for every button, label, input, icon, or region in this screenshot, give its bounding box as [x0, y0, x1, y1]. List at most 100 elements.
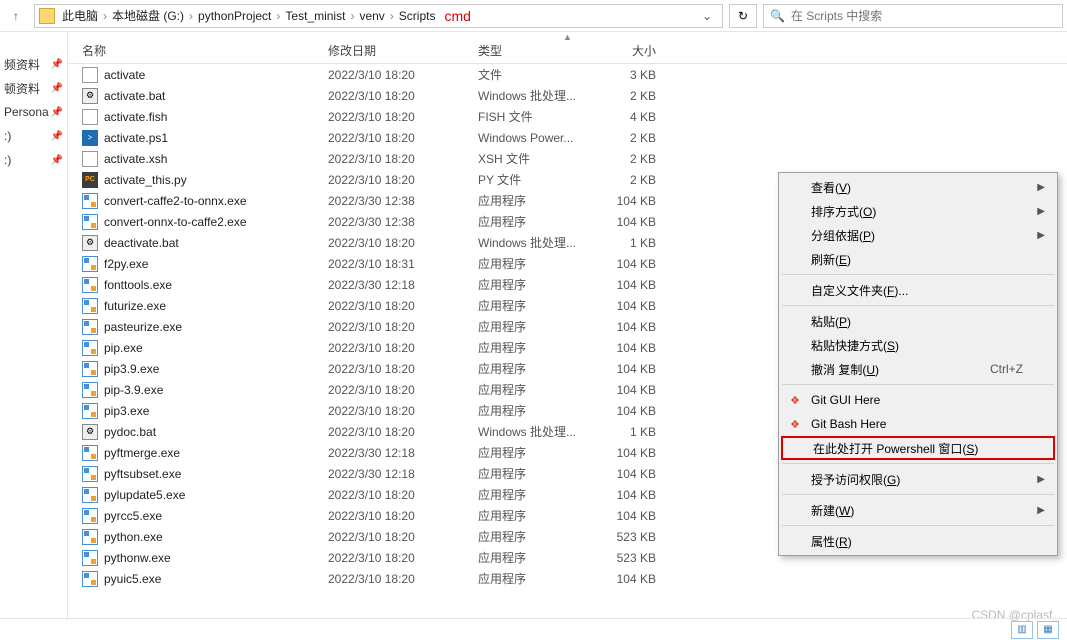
breadcrumb-item[interactable]: Test_minist — [282, 9, 348, 23]
file-row[interactable]: activate.xsh2022/3/10 18:20XSH 文件2 KB — [68, 148, 1067, 169]
breadcrumb-item[interactable]: pythonProject — [195, 9, 274, 23]
quick-access-item[interactable]: Persona📌 — [0, 100, 67, 124]
file-date: 2022/3/30 12:38 — [328, 215, 478, 229]
menu-group[interactable]: 分组依据(P)▶ — [781, 223, 1055, 247]
file-row[interactable]: >activate.ps12022/3/10 18:20Windows Powe… — [68, 127, 1067, 148]
file-date: 2022/3/10 18:20 — [328, 236, 478, 250]
col-size-header[interactable]: 大小 — [596, 42, 666, 59]
file-name: python.exe — [104, 530, 328, 544]
exe-icon — [82, 508, 98, 524]
file-type: 应用程序 — [478, 213, 596, 230]
quick-access-item[interactable]: 顿资料📌 — [0, 76, 67, 100]
file-type: XSH 文件 — [478, 150, 596, 167]
chevron-right-icon: › — [348, 9, 356, 23]
chevron-right-icon: ▶ — [1037, 505, 1045, 516]
pin-icon: 📌 — [51, 107, 63, 118]
file-name: deactivate.bat — [104, 236, 328, 250]
file-size: 104 KB — [596, 278, 666, 292]
file-date: 2022/3/10 18:20 — [328, 404, 478, 418]
breadcrumb-item[interactable]: Scripts — [396, 9, 439, 23]
menu-paste-shortcut[interactable]: 粘贴快捷方式(S) — [781, 333, 1055, 357]
col-name-header[interactable]: 名称 — [68, 42, 328, 59]
file-date: 2022/3/10 18:20 — [328, 299, 478, 313]
file-date: 2022/3/30 12:38 — [328, 194, 478, 208]
menu-new[interactable]: 新建(W)▶ — [781, 498, 1055, 522]
menu-git-gui[interactable]: ❖Git GUI Here — [781, 388, 1055, 412]
exe-icon — [82, 340, 98, 356]
file-type: Windows 批处理... — [478, 423, 596, 440]
chevron-down-icon[interactable]: ⌄ — [696, 9, 718, 23]
file-size: 523 KB — [596, 530, 666, 544]
search-input[interactable] — [791, 9, 1056, 23]
exe-icon — [82, 487, 98, 503]
file-name: convert-caffe2-to-onnx.exe — [104, 194, 328, 208]
file-type: 应用程序 — [478, 402, 596, 419]
col-date-header[interactable]: 修改日期 — [328, 42, 478, 59]
menu-customize[interactable]: 自定义文件夹(F)... — [781, 278, 1055, 302]
file-name: activate.fish — [104, 110, 328, 124]
breadcrumb-item[interactable]: 本地磁盘 (G:) — [109, 7, 187, 24]
menu-undo[interactable]: 撤消 复制(U)Ctrl+Z — [781, 357, 1055, 381]
menu-separator — [782, 494, 1054, 495]
menu-refresh[interactable]: 刷新(E) — [781, 247, 1055, 271]
file-date: 2022/3/30 12:18 — [328, 446, 478, 460]
menu-view[interactable]: 查看(V)▶ — [781, 175, 1055, 199]
menu-open-powershell[interactable]: 在此处打开 Powershell 窗口(S) — [781, 436, 1055, 460]
file-name: activate.bat — [104, 89, 328, 103]
file-type: 应用程序 — [478, 465, 596, 482]
details-view-button[interactable]: ▥ — [1011, 621, 1033, 639]
menu-grant-access[interactable]: 授予访问权限(G)▶ — [781, 467, 1055, 491]
chevron-right-icon: › — [187, 9, 195, 23]
file-type: 应用程序 — [478, 486, 596, 503]
file-date: 2022/3/10 18:20 — [328, 110, 478, 124]
menu-sort[interactable]: 排序方式(O)▶ — [781, 199, 1055, 223]
menu-paste[interactable]: 粘贴(P) — [781, 309, 1055, 333]
exe-icon — [82, 466, 98, 482]
icons-view-button[interactable]: ▦ — [1037, 621, 1059, 639]
file-type: Windows 批处理... — [478, 87, 596, 104]
file-date: 2022/3/10 18:20 — [328, 341, 478, 355]
column-headers[interactable]: 名称 修改日期 类型 大小 — [68, 38, 1067, 64]
file-type: Windows Power... — [478, 131, 596, 145]
chevron-right-icon: › — [388, 9, 396, 23]
menu-git-bash[interactable]: ❖Git Bash Here — [781, 412, 1055, 436]
up-button[interactable]: ↑ — [4, 4, 28, 28]
file-name: activate.xsh — [104, 152, 328, 166]
file-row[interactable]: activate.fish2022/3/10 18:20FISH 文件4 KB — [68, 106, 1067, 127]
chevron-right-icon: ▶ — [1037, 206, 1045, 217]
refresh-button[interactable]: ↻ — [729, 4, 757, 28]
exe-icon — [82, 361, 98, 377]
file-date: 2022/3/30 12:18 — [328, 278, 478, 292]
file-icon — [82, 151, 98, 167]
file-type: 应用程序 — [478, 276, 596, 293]
file-date: 2022/3/10 18:20 — [328, 425, 478, 439]
file-row[interactable]: pyuic5.exe2022/3/10 18:20应用程序104 KB — [68, 568, 1067, 589]
file-size: 104 KB — [596, 299, 666, 313]
col-type-header[interactable]: 类型 — [478, 42, 596, 59]
file-type: 应用程序 — [478, 339, 596, 356]
file-size: 4 KB — [596, 110, 666, 124]
file-type: 应用程序 — [478, 360, 596, 377]
file-size: 104 KB — [596, 320, 666, 334]
exe-icon — [82, 214, 98, 230]
file-row[interactable]: activate.bat2022/3/10 18:20Windows 批处理..… — [68, 85, 1067, 106]
file-name: pydoc.bat — [104, 425, 328, 439]
quick-access-item[interactable]: :)📌 — [0, 148, 67, 172]
quick-access-item[interactable]: :)📌 — [0, 124, 67, 148]
file-date: 2022/3/10 18:20 — [328, 152, 478, 166]
file-size: 104 KB — [596, 572, 666, 586]
bat-icon — [82, 235, 98, 251]
file-date: 2022/3/10 18:20 — [328, 173, 478, 187]
breadcrumb-item[interactable]: 此电脑 — [59, 7, 101, 24]
breadcrumb-bar[interactable]: 此电脑›本地磁盘 (G:)›pythonProject›Test_minist›… — [34, 4, 723, 28]
search-box[interactable]: 🔍 — [763, 4, 1063, 28]
exe-icon — [82, 256, 98, 272]
menu-separator — [782, 525, 1054, 526]
menu-properties[interactable]: 属性(R) — [781, 529, 1055, 553]
exe-icon — [82, 319, 98, 335]
quick-access-item[interactable]: 频资料📌 — [0, 52, 67, 76]
ps1-icon: > — [82, 130, 98, 146]
file-row[interactable]: activate2022/3/10 18:20文件3 KB — [68, 64, 1067, 85]
file-icon — [82, 109, 98, 125]
breadcrumb-item[interactable]: venv — [356, 9, 387, 23]
